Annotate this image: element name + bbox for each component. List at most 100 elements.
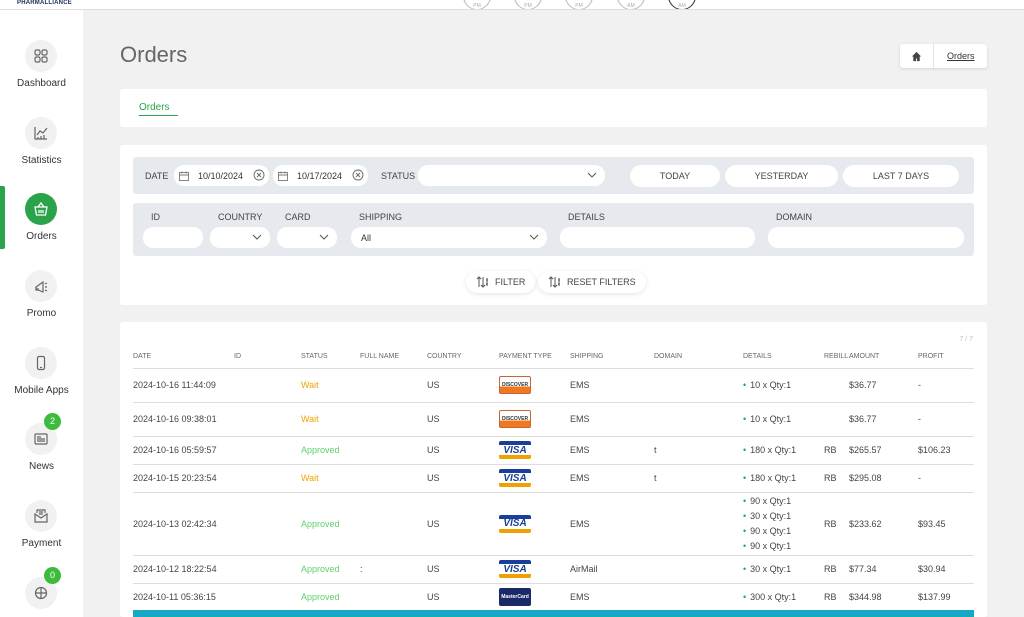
id-label: ID [151,212,160,222]
date-from-field[interactable]: 10/10/2024 [174,165,269,186]
order-shipping: EMS [570,583,654,612]
order-amount: $77.34 [849,555,918,584]
column-header[interactable]: DATE [133,346,234,369]
order-date: 2024-10-11 05:36:15 [133,583,234,612]
sidebar-item-dashboard[interactable]: Dashboard [0,40,83,100]
top-circle[interactable]: AM [617,0,645,9]
date-label: DATE [145,171,169,181]
detail-item: 90 x Qty:1 [743,524,824,539]
column-header[interactable]: ID [234,346,301,369]
breadcrumb-orders-link[interactable]: Orders [934,51,975,61]
top-circle[interactable]: PM [514,0,542,9]
order-full-name [360,436,427,465]
order-id [234,436,301,465]
order-full-name [360,583,427,612]
today-button[interactable]: TODAY [630,165,720,187]
visa-card-icon: VISA [499,560,531,578]
clear-icon[interactable] [352,169,364,181]
id-input[interactable] [143,227,203,248]
order-full-name: : [360,555,427,584]
table-row[interactable]: 2024-10-16 09:38:01 Wait USDISCOVER EMS 10 x… [133,402,974,437]
reset-filters-button[interactable]: RESET FILTERS [538,271,646,293]
clear-icon[interactable] [253,169,265,181]
sidebar-item-label: Promo [26,308,57,319]
column-header[interactable]: REBILL [824,346,849,369]
sidebar-item-statistics[interactable]: Statistics [0,117,83,177]
column-header[interactable]: STATUS [301,346,360,369]
last-7-days-button[interactable]: LAST 7 DAYS [843,165,959,187]
payment-type: DISCOVER [499,368,570,403]
table-row[interactable]: 2024-10-13 02:42:34 Approved USVISA EMS 90 x… [133,492,974,556]
table-row[interactable]: 2024-10-16 05:59:57 Approved USVISA EMSt180… [133,436,974,465]
sidebar-item-payment[interactable]: Payment [0,500,83,560]
yesterday-button[interactable]: YESTERDAY [725,165,838,187]
order-domain [654,555,743,584]
table-row[interactable]: 2024-10-15 20:23:54 Wait USVISA EMSt180 x Q… [133,464,974,493]
sidebar-item-mobile-apps[interactable]: Mobile Apps [0,347,83,407]
order-rebill: RB [824,555,849,584]
table-row[interactable]: 2024-10-11 05:36:15 Approved US MasterCard E… [133,583,974,612]
sidebar-item-orders[interactable]: Orders [0,193,83,253]
top-circle[interactable]: AM [668,0,696,9]
filter-button[interactable]: FILTER [466,271,536,293]
date-to-field[interactable]: 10/17/2024 [273,165,368,186]
table-row[interactable]: 2024-10-12 18:22:54 Approved: US VISA AirMai… [133,555,974,584]
mastercard-card-icon: MasterCard [499,588,531,606]
order-details: 180 x Qty:1 [743,464,824,493]
sidebar-item-news[interactable]: 2 News [0,413,83,483]
top-circle[interactable]: PM [463,0,491,9]
home-icon[interactable] [900,44,934,68]
card-label: CARD [285,212,311,222]
table-row[interactable]: 2024-10-16 11:44:09 Wait USDISCOVER EMS 10 x… [133,368,974,403]
country-select[interactable] [210,227,270,248]
top-circle[interactable]: PM [565,0,593,9]
column-header[interactable]: DOMAIN [654,346,743,369]
order-amount: $233.62 [849,492,918,556]
details-input[interactable] [560,227,755,248]
discover-card-icon: DISCOVER [499,410,531,428]
order-amount: $36.77 [849,368,918,403]
order-date: 2024-10-13 02:42:34 [133,492,234,556]
order-status: Approved [301,492,360,556]
brand-logo[interactable]: PHARMALLIANCE [17,0,72,6]
order-rebill [824,402,849,437]
order-profit: $137.99 [918,583,974,612]
order-shipping: EMS [570,368,654,403]
sidebar-item-support[interactable]: 0 [0,567,83,617]
sidebar-item-label: Orders [26,231,57,242]
detail-item: 90 x Qty:1 [743,539,824,554]
order-status: Wait [301,402,360,437]
order-id [234,555,301,584]
order-id [234,402,301,437]
column-header[interactable]: COUNTRY [427,346,499,369]
filter-panel: DATE 10/10/2024 10/17/2024 STATUS TODAY … [120,145,987,305]
order-country: US [427,583,499,612]
order-country: US [427,402,499,437]
order-id [234,583,301,612]
detail-item: 300 x Qty:1 [743,590,824,605]
sidebar-item-promo[interactable]: Promo [0,270,83,330]
order-shipping: AirMail [570,555,654,584]
order-domain [654,583,743,612]
column-header[interactable]: SHIPPING [570,346,654,369]
column-header[interactable]: PROFIT [918,346,974,369]
order-full-name [360,368,427,403]
shipping-select[interactable]: All [351,227,547,248]
order-domain [654,492,743,556]
column-header[interactable]: AMOUNT [849,346,918,369]
column-header[interactable]: FULL NAME [360,346,427,369]
order-profit: $93.45 [918,492,974,556]
order-details: 10 x Qty:1 [743,402,824,437]
card-select[interactable] [277,227,337,248]
domain-input[interactable] [768,227,964,248]
column-header[interactable]: DETAILS [743,346,824,369]
order-id [234,464,301,493]
chevron-down-icon [252,234,262,240]
discover-card-icon: DISCOVER [499,376,531,394]
column-header[interactable]: PAYMENT TYPE [499,346,570,369]
order-profit: - [918,464,974,493]
payment-type: VISA [499,492,570,556]
tab-orders[interactable]: Orders [139,102,178,116]
status-select[interactable] [418,165,605,186]
table-footer-bar [133,610,974,617]
